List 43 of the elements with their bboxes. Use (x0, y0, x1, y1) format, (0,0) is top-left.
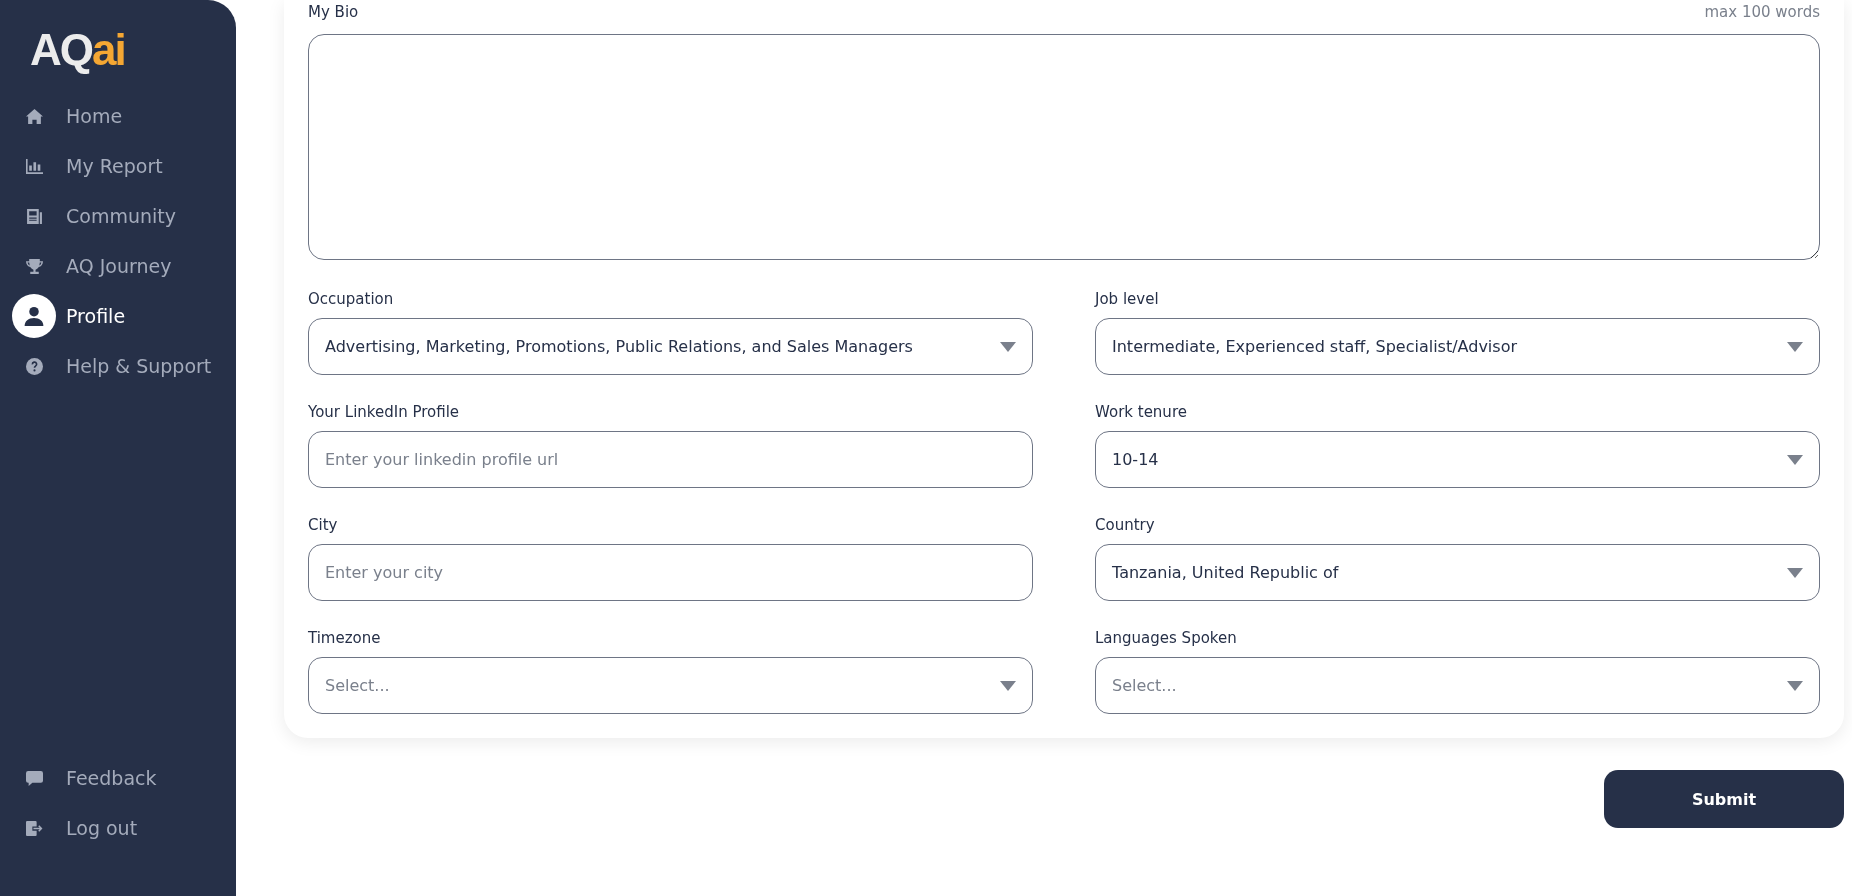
field-label: Occupation (308, 290, 394, 308)
bio-field[interactable] (308, 34, 1820, 260)
chat-bubble-icon (25, 769, 43, 787)
nav-item[interactable]: Log out (66, 817, 138, 839)
nav-item[interactable]: My Report (66, 155, 163, 177)
help-icon (25, 357, 43, 375)
field-label: Job level (1095, 290, 1159, 308)
caret-icon (1787, 454, 1803, 465)
dropdown[interactable]: 10-14 (1095, 431, 1820, 488)
field-label: Languages Spoken (1095, 629, 1237, 647)
dropdown[interactable]: Select... (1095, 657, 1820, 714)
nav-item[interactable]: Community (66, 205, 176, 227)
field-label: City (308, 516, 338, 534)
nav-item[interactable]: Home (66, 105, 123, 127)
caret-icon (1000, 680, 1016, 691)
user-icon (24, 306, 44, 326)
word-limit-hint: max 100 words (1704, 3, 1820, 21)
field-label: Work tenure (1095, 403, 1187, 421)
dropdown[interactable]: Tanzania, United Republic of (1095, 544, 1820, 601)
submit-button[interactable]: Submit (1604, 770, 1844, 828)
nav-item[interactable]: Help & Support (66, 355, 212, 377)
field-label: Timezone (308, 629, 381, 647)
dropdown[interactable]: Select... (308, 657, 1033, 714)
newspaper-icon (25, 207, 43, 225)
field-label: Your LinkedIn Profile (308, 403, 460, 421)
dropdown[interactable]: Advertising, Marketing, Promotions, Public Relations, and Sales Managers (308, 318, 1033, 375)
input-field[interactable]: Enter your linkedin profile url (308, 431, 1033, 488)
nav-item[interactable]: Feedback (66, 767, 157, 789)
input-field[interactable]: Enter your city (308, 544, 1033, 601)
nav-item[interactable]: Profile (66, 305, 126, 327)
field-label: Country (1095, 516, 1155, 534)
home-icon (25, 107, 43, 125)
logo: AQai (30, 26, 126, 74)
dropdown[interactable]: Intermediate, Experienced staff, Specialist/Advisor (1095, 318, 1820, 375)
field-label: My Bio (308, 3, 359, 21)
logout-icon (25, 819, 43, 837)
trophy-icon (25, 257, 43, 275)
caret-icon (1000, 341, 1016, 352)
caret-icon (1787, 680, 1803, 691)
bar-chart-icon (25, 157, 43, 175)
nav-item[interactable]: AQ Journey (66, 255, 172, 277)
caret-icon (1787, 341, 1803, 352)
caret-icon (1787, 567, 1803, 578)
